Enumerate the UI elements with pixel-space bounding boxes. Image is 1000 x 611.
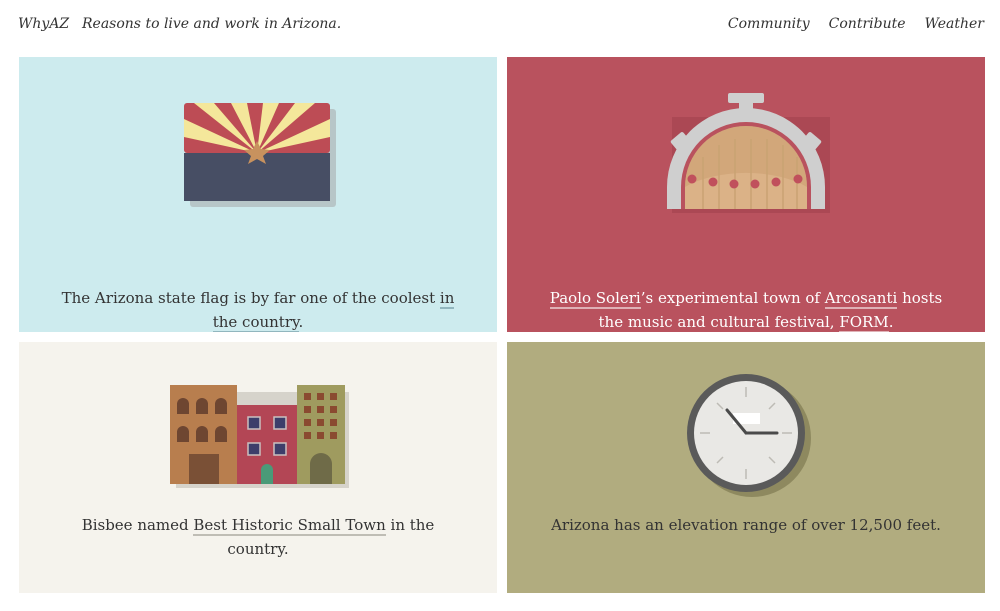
caption-text: .	[888, 313, 894, 331]
site-header: WhyAZ Reasons to live and work in Arizon…	[0, 0, 1000, 52]
site-tagline: Reasons to live and work in Arizona.	[82, 16, 342, 32]
best-historic-small-town-link[interactable]: Best Historic Small Town	[193, 516, 386, 536]
clock-icon	[687, 374, 811, 497]
form-link[interactable]: FORM	[839, 313, 889, 332]
card-bisbee: Bisbee named Best Historic Small Town in…	[19, 342, 497, 593]
card-flag-caption: The Arizona state flag is by far one of …	[59, 286, 457, 332]
caption-text: Arizona has an elevation range of over 1…	[551, 516, 941, 534]
caption-text: The Arizona state flag is by far one of …	[61, 289, 440, 307]
card-flag: The Arizona state flag is by far one of …	[19, 57, 497, 332]
caption-text: .	[298, 313, 304, 331]
historic-buildings-icon	[170, 385, 349, 488]
caption-text: Bisbee named	[81, 516, 194, 534]
nav-contribute[interactable]: Contribute	[829, 16, 906, 32]
card-arcosanti: Paolo Soleri’s experimental town of Arco…	[507, 57, 985, 332]
nav-community[interactable]: Community	[728, 16, 810, 32]
card-elevation-caption: Arizona has an elevation range of over 1…	[547, 513, 945, 537]
paolo-soleri-link[interactable]: Paolo Soleri	[549, 289, 641, 309]
card-arcosanti-caption: Paolo Soleri’s experimental town of Arco…	[547, 286, 945, 332]
main-nav: Community Contribute Weather	[728, 16, 984, 32]
card-elevation: Arizona has an elevation range of over 1…	[507, 342, 985, 593]
caption-text: ’s experimental town of	[640, 289, 825, 307]
nav-weather[interactable]: Weather	[925, 16, 985, 32]
arizona-flag-icon	[184, 103, 336, 207]
brand-logo[interactable]: WhyAZ	[18, 16, 69, 32]
card-bisbee-caption: Bisbee named Best Historic Small Town in…	[59, 513, 457, 561]
arcosanti-bell-icon	[667, 93, 830, 213]
arcosanti-link[interactable]: Arcosanti	[824, 289, 898, 309]
